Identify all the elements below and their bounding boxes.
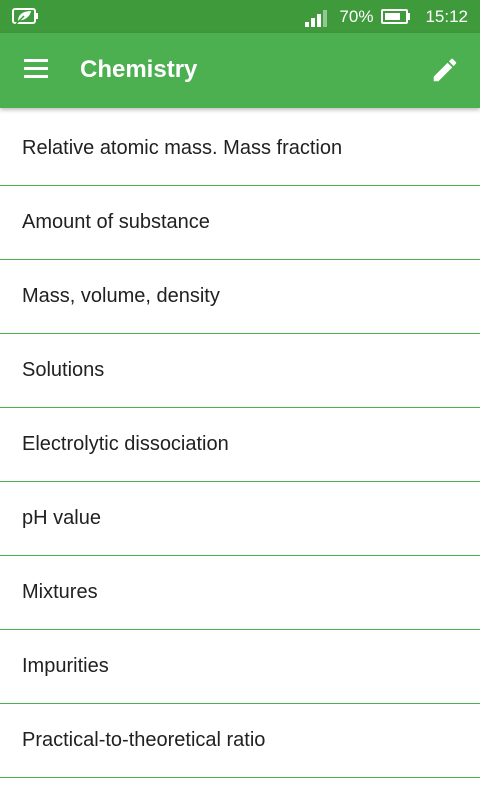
app-bar: Chemistry <box>0 33 480 108</box>
list-item[interactable]: Amount of substance <box>0 186 480 260</box>
status-bar: 70% 15:12 <box>0 0 480 33</box>
topic-list: Relative atomic mass. Mass fraction Amou… <box>0 112 480 778</box>
list-item-label: Solutions <box>22 359 105 381</box>
list-item[interactable]: Solutions <box>0 334 480 408</box>
list-item-label: Impurities <box>22 655 109 677</box>
list-item-label: Practical-to-theoretical ratio <box>22 729 266 751</box>
list-item[interactable]: Mass, volume, density <box>0 260 480 334</box>
hamburger-menu-icon[interactable] <box>24 59 50 81</box>
battery-percent: 70% <box>339 6 374 26</box>
list-item-label: pH value <box>22 507 101 529</box>
page-title: Chemistry <box>80 56 198 83</box>
list-item[interactable]: Electrolytic dissociation <box>0 408 480 482</box>
list-item-label: Mixtures <box>22 581 98 603</box>
clock-time: 15:12 <box>425 6 468 26</box>
list-item[interactable]: Impurities <box>0 630 480 704</box>
leaf-battery-saver-icon <box>10 6 40 28</box>
list-item[interactable]: Practical-to-theoretical ratio <box>0 704 480 778</box>
pencil-edit-icon[interactable] <box>430 55 460 85</box>
list-item-label: Relative atomic mass. Mass fraction <box>22 137 343 159</box>
list-item-label: Electrolytic dissociation <box>22 433 229 455</box>
list-item-label: Amount of substance <box>22 211 210 233</box>
list-item-label: Mass, volume, density <box>22 285 220 307</box>
list-item[interactable]: pH value <box>0 482 480 556</box>
signal-icon <box>305 7 331 27</box>
list-item[interactable]: Relative atomic mass. Mass fraction <box>0 112 480 186</box>
list-item[interactable]: Mixtures <box>0 556 480 630</box>
battery-icon <box>381 9 411 24</box>
